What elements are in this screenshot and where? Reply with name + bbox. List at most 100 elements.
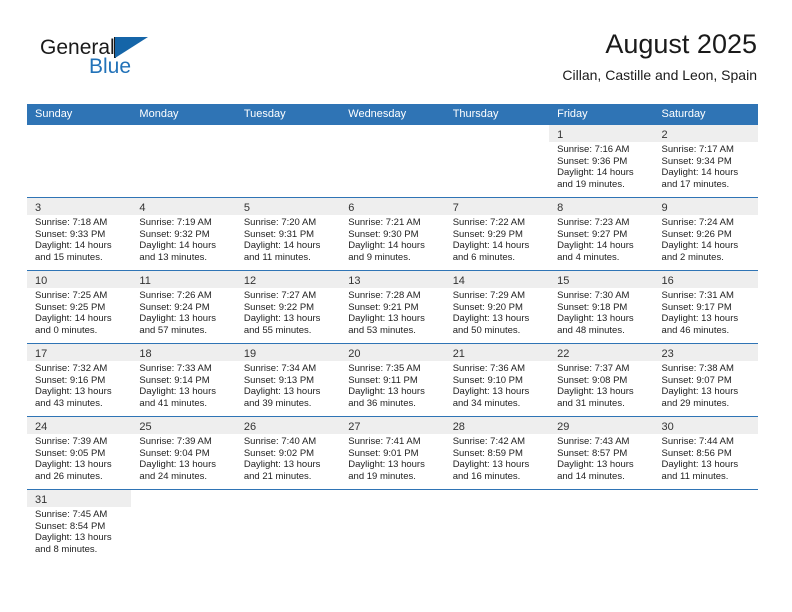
day-detail-line: and 15 minutes. <box>35 251 103 263</box>
calendar-day-cell[interactable]: 27 Sunrise: 7:41 AM Sunset: 9:01 PM Dayligh… <box>340 417 445 489</box>
weekday-header-saturday: Saturday <box>661 108 706 120</box>
day-detail-line: Sunrise: 7:43 AM <box>557 436 630 447</box>
day-detail-line: Daylight: 13 hours <box>557 459 634 470</box>
day-detail-line: Sunrise: 7:39 AM <box>139 436 212 447</box>
day-detail-line: Sunset: 9:29 PM <box>452 228 523 240</box>
day-detail-line: Sunset: 9:25 PM <box>35 301 106 313</box>
day-number: 26 <box>243 421 257 433</box>
day-detail-line: Sunrise: 7:25 AM <box>35 290 108 301</box>
day-number-band <box>131 490 235 507</box>
day-number-band: 10 <box>27 271 132 288</box>
day-number-band: 7 <box>444 198 550 215</box>
calendar-day-cell[interactable]: 17 Sunrise: 7:32 AM Sunset: 9:16 PM Dayligh… <box>27 344 132 416</box>
calendar-day-cell[interactable]: 2 Sunrise: 7:17 AM Sunset: 9:34 PM Daylight… <box>653 125 758 197</box>
calendar-day-cell[interactable]: 25 Sunrise: 7:39 AM Sunset: 9:04 PM Dayligh… <box>131 417 236 489</box>
day-details: Sunrise: 7:27 AM Sunset: 9:22 PM Daylight:… <box>236 288 340 340</box>
day-details: Sunrise: 7:20 AM Sunset: 9:31 PM Daylight:… <box>236 215 340 267</box>
day-detail-line: Sunrise: 7:32 AM <box>35 363 108 374</box>
day-number: 20 <box>348 348 361 360</box>
calendar-day-cell[interactable]: 19 Sunrise: 7:34 AM Sunset: 9:13 PM Dayligh… <box>235 344 341 416</box>
calendar-day-cell[interactable]: 29 Sunrise: 7:43 AM Sunset: 8:57 PM Dayligh… <box>549 417 654 489</box>
day-detail-line: Sunset: 8:56 PM <box>661 447 732 459</box>
calendar-day-cell[interactable]: 28 Sunrise: 7:42 AM Sunset: 8:59 PM Dayligh… <box>444 417 550 489</box>
day-details: Sunrise: 7:33 AM Sunset: 9:14 PM Daylight:… <box>131 361 235 413</box>
day-detail-line: Sunrise: 7:42 AM <box>452 436 526 447</box>
calendar-day-cell[interactable]: 3 Sunrise: 7:18 AM Sunset: 9:33 PM Daylight… <box>27 198 132 270</box>
day-number: 30 <box>661 421 674 433</box>
calendar-day-cell[interactable]: 1 Sunrise: 7:16 AM Sunset: 9:36 PM Daylight… <box>549 125 654 197</box>
calendar-day-cell[interactable]: 10 Sunrise: 7:25 AM Sunset: 9:25 PM Dayligh… <box>27 271 132 343</box>
day-details: Sunrise: 7:16 AM Sunset: 9:36 PM Daylight:… <box>549 142 653 194</box>
calendar-day-cell[interactable]: 24 Sunrise: 7:39 AM Sunset: 9:05 PM Dayligh… <box>27 417 132 489</box>
day-detail-line: Sunset: 9:30 PM <box>348 228 419 240</box>
calendar-day-cell[interactable]: 14 Sunrise: 7:29 AM Sunset: 9:20 PM Dayligh… <box>444 271 550 343</box>
calendar-day-cell[interactable]: 7 Sunrise: 7:22 AM Sunset: 9:29 PM Daylight… <box>444 198 550 270</box>
day-number-band: 9 <box>653 198 758 215</box>
calendar-day-cell[interactable]: 8 Sunrise: 7:23 AM Sunset: 9:27 PM Daylight… <box>549 198 654 270</box>
day-details <box>236 507 340 513</box>
calendar-day-cell[interactable]: 18 Sunrise: 7:33 AM Sunset: 9:14 PM Dayligh… <box>131 344 236 416</box>
day-detail-line: Sunset: 9:24 PM <box>139 301 210 313</box>
day-detail-line: Sunset: 9:14 PM <box>139 374 210 386</box>
day-detail-line: and 13 minutes. <box>139 251 208 263</box>
day-detail-line: Daylight: 14 hours <box>557 167 634 178</box>
calendar-day-cell[interactable]: 4 Sunrise: 7:19 AM Sunset: 9:32 PM Daylight… <box>131 198 236 270</box>
calendar-day-cell[interactable]: 13 Sunrise: 7:28 AM Sunset: 9:21 PM Dayligh… <box>340 271 445 343</box>
day-number: 25 <box>139 421 152 433</box>
day-number-band <box>340 490 444 507</box>
day-detail-line: Daylight: 13 hours <box>35 532 112 543</box>
day-detail-line: Sunset: 9:01 PM <box>348 447 419 459</box>
day-detail-line: Daylight: 13 hours <box>348 313 425 324</box>
day-number: 8 <box>557 202 564 214</box>
calendar-day-cell[interactable]: 21 Sunrise: 7:36 AM Sunset: 9:10 PM Dayligh… <box>444 344 550 416</box>
day-number-band <box>236 125 340 142</box>
day-detail-line: Sunset: 9:05 PM <box>35 447 106 459</box>
day-number-band <box>236 490 340 507</box>
day-number: 23 <box>661 348 674 360</box>
day-detail-line: Sunset: 9:21 PM <box>348 301 419 313</box>
calendar-day-cell[interactable]: 26 Sunrise: 7:40 AM Sunset: 9:02 PM Dayligh… <box>235 417 341 489</box>
day-details: Sunrise: 7:40 AM Sunset: 9:02 PM Daylight:… <box>236 434 340 486</box>
day-details: Sunrise: 7:38 AM Sunset: 9:07 PM Daylight:… <box>654 361 758 413</box>
calendar-day-cell[interactable]: 5 Sunrise: 7:20 AM Sunset: 9:31 PM Daylight… <box>235 198 341 270</box>
day-details: Sunrise: 7:23 AM Sunset: 9:27 PM Daylight:… <box>549 215 653 267</box>
day-number-band: 22 <box>549 344 654 361</box>
day-detail-line: Daylight: 13 hours <box>35 386 112 397</box>
day-detail-line: Daylight: 13 hours <box>452 386 530 397</box>
day-number-band: 4 <box>131 198 236 215</box>
day-details <box>654 507 758 513</box>
calendar-day-cell[interactable]: 31 Sunrise: 7:45 AM Sunset: 8:54 PM Dayligh… <box>27 490 132 562</box>
day-detail-line: Sunrise: 7:29 AM <box>452 290 526 301</box>
day-details <box>340 507 444 513</box>
day-number: 27 <box>348 421 361 433</box>
day-details <box>236 142 340 148</box>
calendar-day-cell[interactable]: 9 Sunrise: 7:24 AM Sunset: 9:26 PM Daylight… <box>653 198 758 270</box>
day-detail-line: Sunrise: 7:26 AM <box>139 290 212 301</box>
calendar-day-cell[interactable]: 11 Sunrise: 7:26 AM Sunset: 9:24 PM Dayligh… <box>131 271 236 343</box>
general-blue-logo[interactable]: General Blue <box>40 36 240 90</box>
day-detail-line: Sunset: 9:27 PM <box>557 228 628 240</box>
day-details: Sunrise: 7:42 AM Sunset: 8:59 PM Daylight:… <box>445 434 549 486</box>
day-detail-line: Sunset: 9:11 PM <box>348 374 418 386</box>
calendar-day-cell[interactable]: 12 Sunrise: 7:27 AM Sunset: 9:22 PM Dayligh… <box>235 271 341 343</box>
calendar-week-row: 17 Sunrise: 7:32 AM Sunset: 9:16 PM Dayligh… <box>27 343 758 416</box>
day-detail-line: Sunrise: 7:35 AM <box>348 363 421 374</box>
day-details: Sunrise: 7:45 AM Sunset: 8:54 PM Daylight:… <box>27 507 131 559</box>
calendar-day-cell-empty <box>654 490 758 562</box>
calendar-day-cell[interactable]: 22 Sunrise: 7:37 AM Sunset: 9:08 PM Dayligh… <box>549 344 654 416</box>
day-number-band <box>445 490 549 507</box>
day-number-band: 20 <box>340 344 445 361</box>
calendar-day-cell-empty <box>236 490 340 562</box>
calendar-day-cell[interactable]: 23 Sunrise: 7:38 AM Sunset: 9:07 PM Dayligh… <box>653 344 758 416</box>
calendar-day-cell[interactable]: 30 Sunrise: 7:44 AM Sunset: 8:56 PM Dayligh… <box>653 417 758 489</box>
calendar-day-cell[interactable]: 6 Sunrise: 7:21 AM Sunset: 9:30 PM Daylight… <box>340 198 445 270</box>
day-details <box>131 507 235 513</box>
day-number-band <box>340 125 444 142</box>
calendar-day-cell[interactable]: 15 Sunrise: 7:30 AM Sunset: 9:18 PM Dayligh… <box>549 271 654 343</box>
day-detail-line: and 9 minutes. <box>348 251 411 263</box>
day-details: Sunrise: 7:37 AM Sunset: 9:08 PM Daylight:… <box>549 361 653 413</box>
calendar-day-cell[interactable]: 20 Sunrise: 7:35 AM Sunset: 9:11 PM Dayligh… <box>340 344 445 416</box>
day-detail-line: Sunrise: 7:38 AM <box>661 363 734 374</box>
day-number-band: 3 <box>27 198 132 215</box>
calendar-day-cell[interactable]: 16 Sunrise: 7:31 AM Sunset: 9:17 PM Dayligh… <box>653 271 758 343</box>
